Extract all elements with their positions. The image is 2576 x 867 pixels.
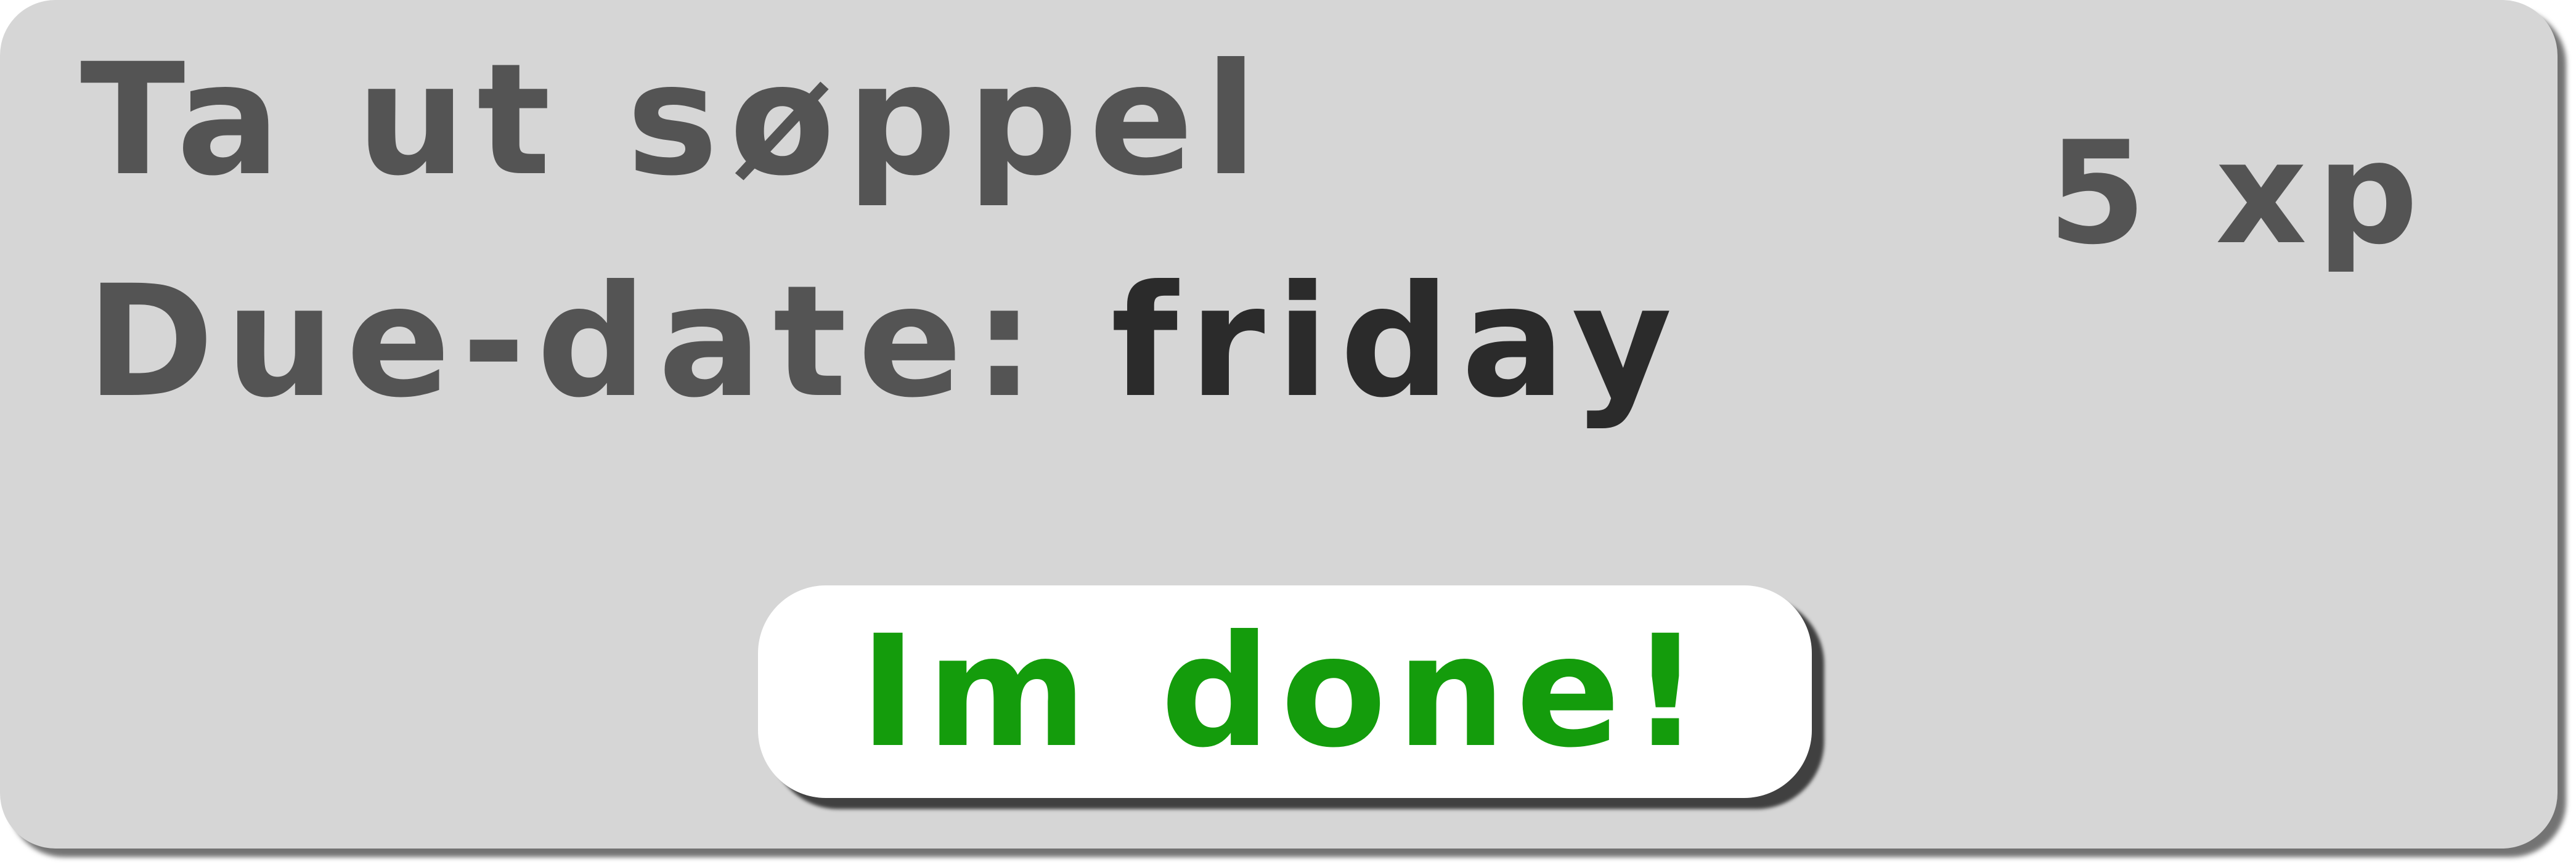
due-date: Due-date: friday bbox=[86, 265, 1683, 419]
task-title: Ta ut søppel bbox=[80, 30, 1269, 210]
task-card: Ta ut søppel 5 xp Due-date: friday Im do… bbox=[0, 0, 2558, 849]
done-button-label: Im done! bbox=[859, 601, 1711, 781]
due-date-label: Due-date: bbox=[86, 252, 1111, 431]
xp-reward: 5 xp bbox=[2047, 112, 2428, 276]
done-button[interactable]: Im done! bbox=[758, 585, 1812, 798]
due-date-value: friday bbox=[1111, 252, 1684, 431]
